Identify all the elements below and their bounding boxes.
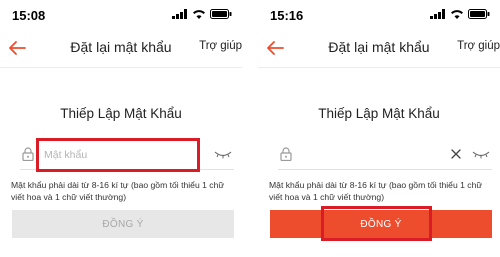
signal-icon (430, 9, 445, 19)
clear-icon[interactable] (450, 148, 462, 160)
password-hint: Mật khẩu phải dài từ 8-16 kí tự (bao gồm… (11, 180, 225, 202)
signal-icon (172, 9, 187, 19)
nav-bar: Đặt lại mật khẩu Trợ giúp (258, 28, 500, 68)
battery-icon (468, 9, 490, 19)
status-bar: 15:16 (258, 0, 500, 28)
divider-gutter (242, 0, 258, 257)
phone-screen-after: 15:16 Đặt lại mật khẩu Trợ giúp Thiếp Lậ… (258, 0, 500, 257)
wifi-icon (451, 10, 463, 19)
lock-icon (280, 147, 292, 161)
status-icons (172, 9, 232, 19)
password-input[interactable] (44, 142, 194, 168)
arrow-left-icon[interactable] (264, 37, 286, 59)
status-time: 15:16 (270, 8, 304, 23)
wifi-icon (193, 10, 205, 19)
password-field-row (278, 140, 492, 170)
nav-bar: Đặt lại mật khẩu Trợ giúp (0, 28, 242, 68)
phone-screen-before: 15:08 Đặt lại mật khẩu Trợ giúp Thiếp Lậ… (0, 0, 242, 257)
eye-closed-icon[interactable] (472, 150, 490, 159)
section-title: Thiếp Lập Mật Khẩu (60, 106, 182, 121)
confirm-button[interactable]: ĐỒNG Ý (12, 210, 234, 238)
help-link[interactable]: Trợ giúp (199, 40, 242, 52)
confirm-button[interactable]: ĐỒNG Ý (270, 210, 492, 238)
status-time: 15:08 (12, 8, 46, 23)
arrow-left-icon[interactable] (6, 37, 28, 59)
battery-icon (210, 9, 232, 19)
status-icons (430, 9, 490, 19)
eye-closed-icon[interactable] (214, 150, 232, 159)
status-bar: 15:08 (0, 0, 242, 28)
lock-icon (22, 147, 34, 161)
password-field-row (20, 140, 234, 170)
password-input[interactable] (302, 142, 452, 168)
section-title: Thiếp Lập Mật Khẩu (318, 106, 440, 121)
password-hint: Mật khẩu phải dài từ 8-16 kí tự (bao gồm… (269, 180, 483, 202)
help-link[interactable]: Trợ giúp (457, 40, 500, 52)
